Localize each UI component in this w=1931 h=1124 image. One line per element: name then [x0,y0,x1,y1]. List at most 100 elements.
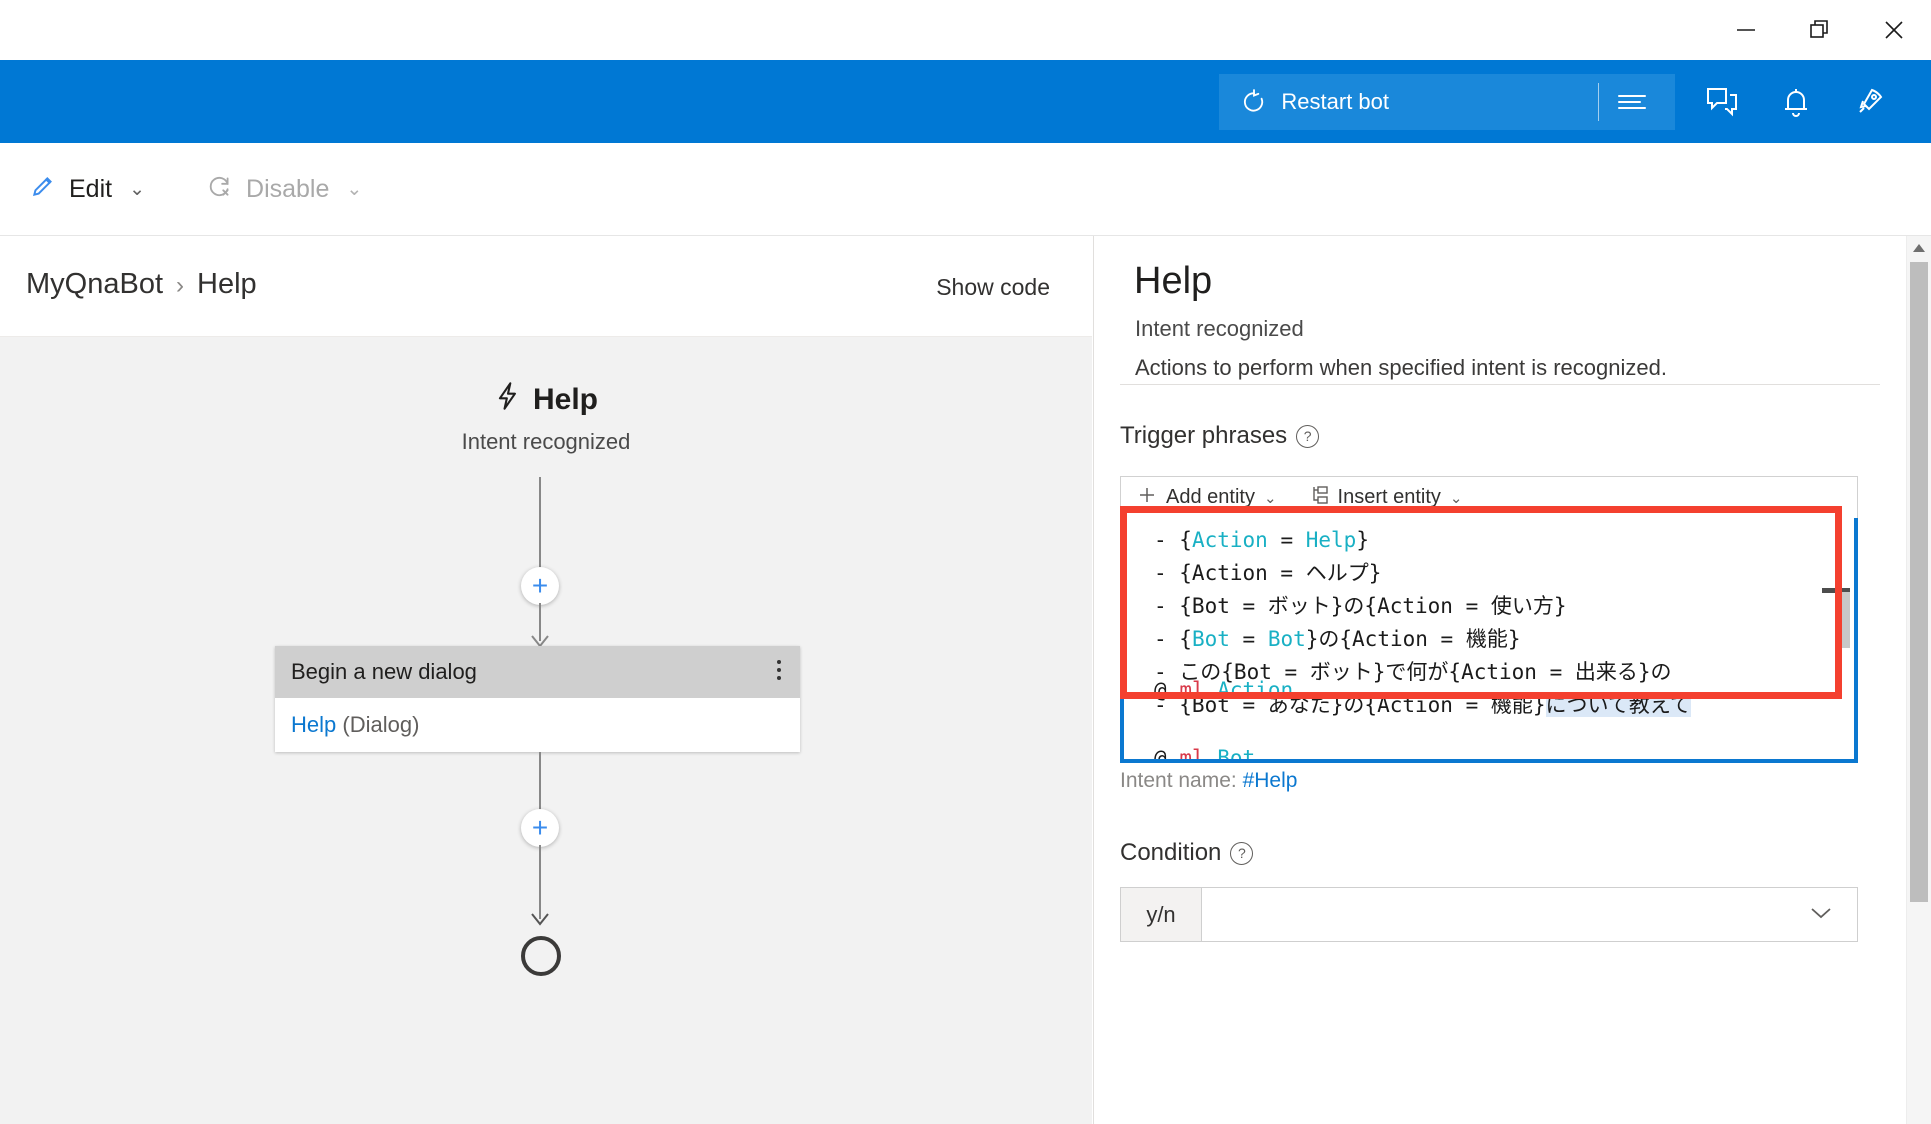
plus-icon [1137,485,1157,511]
chevron-down-icon: ⌄ [129,178,146,200]
begin-dialog-card-body: Help (Dialog) [275,698,800,752]
code-token: Action [1217,678,1294,702]
code-token: = [1229,627,1268,651]
toolbar-divider [1598,82,1599,121]
minimize-icon [1734,18,1758,42]
trigger-phrases-code-editor[interactable]: - {Action = Help} - {Action = ヘルプ} - {Bot … [1122,518,1856,761]
code-token: = [1267,528,1306,552]
dialog-type-label: (Dialog) [342,712,420,737]
trigger-node-title: Help [0,381,1092,419]
tree-hierarchy-icon [1307,485,1329,511]
code-token: - {Bot = ボット}の{Action = 使い方} [1154,594,1567,618]
properties-subtitle: Intent recognized [1135,316,1304,341]
properties-content: Help Intent recognized Actions to perfor… [1094,236,1931,1124]
flow-arrow-bottom [528,911,552,932]
close-button[interactable] [1857,0,1931,60]
edit-label: Edit [69,174,113,203]
entity-declaration-lines: @ ml Action @ ml Bot [1154,656,1294,761]
chevron-down-icon: ⌄ [346,178,363,200]
restore-button[interactable] [1783,0,1857,60]
restart-bot-group: Restart bot [1219,73,1675,130]
code-token: - { [1154,627,1192,651]
code-token: Bot [1267,627,1306,651]
chevron-down-icon: ⌄ [1449,489,1463,507]
code-token: Help [1305,528,1357,552]
code-token: @ [1154,678,1167,702]
condition-label: Condition [1120,839,1222,866]
code-line: @ ml Bot [1154,724,1293,761]
insert-entity-button[interactable]: Insert entity ⌄ [1307,485,1463,511]
insert-entity-label: Insert entity [1337,486,1441,508]
intent-name-value[interactable]: #Help [1243,769,1298,792]
code-token: }の{Action = 機能} [1305,627,1521,651]
disable-menu-button[interactable]: Disable ⌄ [207,173,362,206]
code-line: - {Action = ヘルプ} [1154,557,1691,590]
rocket-icon[interactable] [1851,83,1889,121]
intent-name-prefix: Intent name: [1120,769,1243,792]
caret-up-icon[interactable] [1907,236,1931,260]
flow-edge-top [539,477,541,579]
add-entity-button[interactable]: Add entity ⌄ [1137,485,1277,511]
chat-icon[interactable] [1703,83,1741,121]
editor-scrollbar-thumb[interactable] [1836,592,1850,648]
lightning-bolt-icon [494,381,522,419]
blue-toolbar-icon-group [1703,83,1889,121]
edit-menu-button[interactable]: Edit ⌄ [30,173,145,206]
divider [1120,384,1880,385]
trigger-node-label: Help [532,383,598,416]
help-circle-icon[interactable]: ? [1230,841,1254,865]
add-action-button-bottom[interactable]: + [521,809,559,847]
dialog-canvas-pane: MyQnaBot › Help Show code Help Intent re… [0,236,1092,1124]
chevron-down-icon: ⌄ [1263,489,1277,507]
code-token: - { [1154,528,1192,552]
begin-dialog-card[interactable]: Begin a new dialog Help (Dialog) [275,646,800,752]
condition-type-badge: y/n [1121,888,1202,941]
flow-end-node [521,936,561,976]
canvas-body: Help Intent recognized + Begin a new dia… [0,336,1092,1124]
code-line: - {Action = Help} [1154,524,1691,557]
code-token: @ [1154,746,1167,761]
disable-label: Disable [246,174,330,203]
disable-refresh-icon [207,173,233,206]
app-blue-toolbar: Restart bot [0,60,1931,143]
condition-field[interactable]: y/n [1120,887,1858,942]
code-token: Bot [1191,627,1230,651]
help-circle-icon[interactable]: ? [1296,424,1320,448]
flow-edge-bottom-lower [539,845,541,919]
code-line: - {Bot = Bot}の{Action = 機能} [1154,623,1691,656]
add-action-button-top[interactable]: + [521,567,559,605]
canvas-header: MyQnaBot › Help Show code [0,236,1092,336]
trigger-node-subtitle: Intent recognized [461,429,631,454]
bot-framework-composer-window: Restart bot Edit ⌄ Disable ⌄ MyQnaBot › … [0,0,1931,1124]
scrollbar-thumb[interactable] [1910,262,1928,902]
window-titlebar [0,0,1931,60]
code-token: Action [1191,528,1268,552]
properties-description: Actions to perform when specified intent… [1135,355,1667,380]
condition-label-row: Condition ? [1120,839,1254,867]
code-line: - {Bot = ボット}の{Action = 使い方} [1154,590,1691,623]
plus-icon: + [531,812,549,843]
trigger-phrases-label-row: Trigger phrases ? [1120,422,1320,450]
hamburger-lines-icon[interactable] [1615,89,1649,115]
code-token: ml [1179,746,1205,761]
begin-dialog-card-header: Begin a new dialog [275,646,800,698]
breadcrumb-current[interactable]: Help [197,268,257,301]
properties-scrollbar[interactable] [1906,236,1931,1124]
properties-pane: Help Intent recognized Actions to perfor… [1093,236,1931,1124]
bell-icon[interactable] [1777,83,1815,121]
more-vertical-icon[interactable] [776,658,782,686]
restart-bot-button[interactable]: Restart bot [1241,74,1413,130]
begin-dialog-card-title: Begin a new dialog [291,659,477,684]
code-token: } [1356,528,1369,552]
code-token: Bot [1217,746,1256,761]
dialog-link[interactable]: Help [291,712,336,738]
intent-name-row: Intent name: #Help [1120,769,1297,793]
condition-input[interactable] [1202,888,1857,941]
show-code-link[interactable]: Show code [936,274,1050,301]
trigger-phrases-toolbar: Add entity ⌄ Insert entity ⌄ [1120,476,1858,518]
minimize-button[interactable] [1709,0,1783,60]
breadcrumb-root[interactable]: MyQnaBot [26,268,163,301]
